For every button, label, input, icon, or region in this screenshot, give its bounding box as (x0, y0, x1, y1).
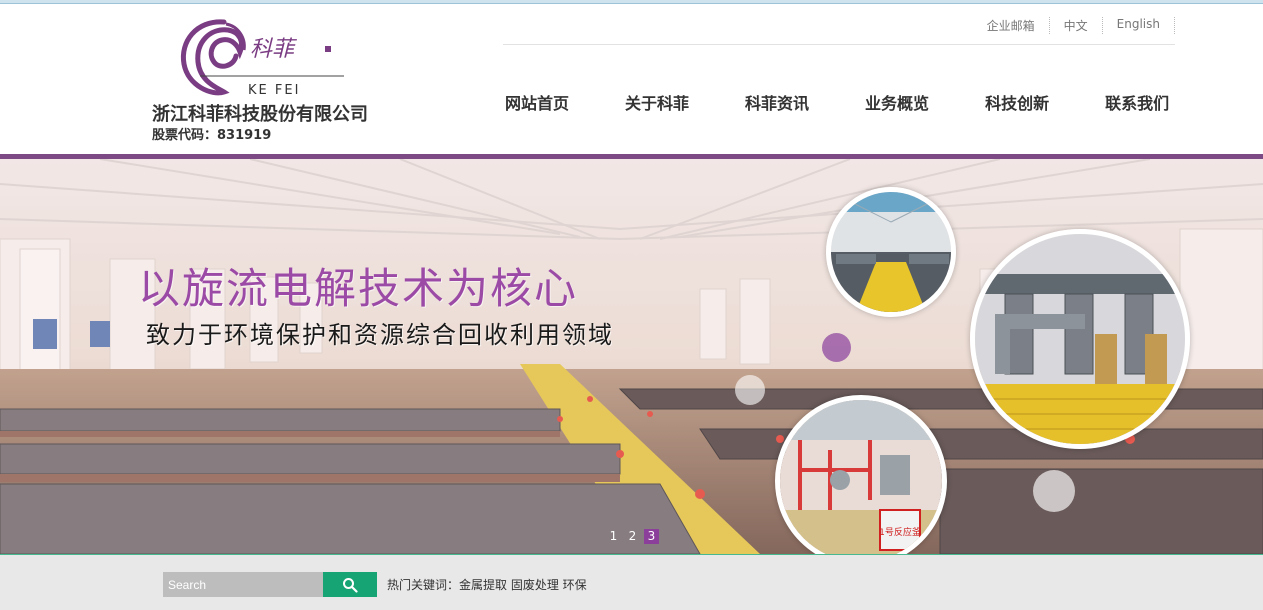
decor-dot-white-2 (1033, 470, 1075, 512)
site-header: 科菲 KE FEI 浙江科菲科技股份有限公司 股票代码：831919 企业邮箱 … (0, 4, 1263, 154)
header-divider (503, 44, 1175, 45)
search-icon (343, 577, 358, 593)
main-nav: 网站首页 关于科菲 科菲资讯 业务概览 科技创新 联系我们 (505, 90, 1169, 114)
nav-about[interactable]: 关于科菲 (625, 90, 689, 114)
reactor-sign: 1号反应釜 (879, 526, 921, 538)
slide-page-3[interactable]: 3 (644, 529, 659, 544)
logo-text: KE FEI (248, 83, 300, 98)
search-input[interactable] (163, 572, 323, 597)
banner-subline: 致力于环境保护和资源综合回收利用领域 (146, 321, 614, 349)
search-button[interactable] (323, 572, 377, 597)
nav-innovation[interactable]: 科技创新 (985, 90, 1049, 114)
circle-photo-hall (826, 187, 956, 317)
hero-banner: 以旋流电解技术为核心 致力于环境保护和资源综合回收利用领域 1号反应釜 1 2 … (0, 159, 1263, 554)
link-chinese[interactable]: 中文 (1048, 17, 1102, 34)
circle-photo-reactor: 1号反应釜 (775, 395, 947, 554)
decor-dot-white-1 (735, 375, 765, 405)
slide-page-2[interactable]: 2 (625, 529, 640, 544)
link-english[interactable]: English (1101, 17, 1175, 34)
nav-news[interactable]: 科菲资讯 (745, 90, 809, 114)
logo-script: 科菲 (250, 37, 298, 62)
slide-page-1[interactable]: 1 (606, 529, 621, 544)
nav-home[interactable]: 网站首页 (505, 90, 569, 114)
hot-keywords: 热门关键词：金属提取 固废处理 环保 (387, 578, 587, 592)
nav-contact[interactable]: 联系我们 (1105, 90, 1169, 114)
stock-code: 股票代码：831919 (152, 128, 272, 143)
slide-pager: 1 2 3 (606, 529, 659, 544)
company-logo[interactable]: 科菲 KE FEI (178, 12, 353, 100)
link-enterprise-mail[interactable]: 企业邮箱 (973, 17, 1049, 34)
circle-photo-equipment (970, 229, 1190, 449)
company-name: 浙江科菲科技股份有限公司 (152, 104, 368, 125)
nav-business[interactable]: 业务概览 (865, 90, 929, 114)
decor-dot-purple (822, 333, 851, 362)
top-links: 企业邮箱 中文 English (973, 17, 1175, 34)
banner-headline: 以旋流电解技术为核心 (138, 264, 579, 313)
search-bar: 热门关键词：金属提取 固废处理 环保 (0, 555, 1263, 610)
